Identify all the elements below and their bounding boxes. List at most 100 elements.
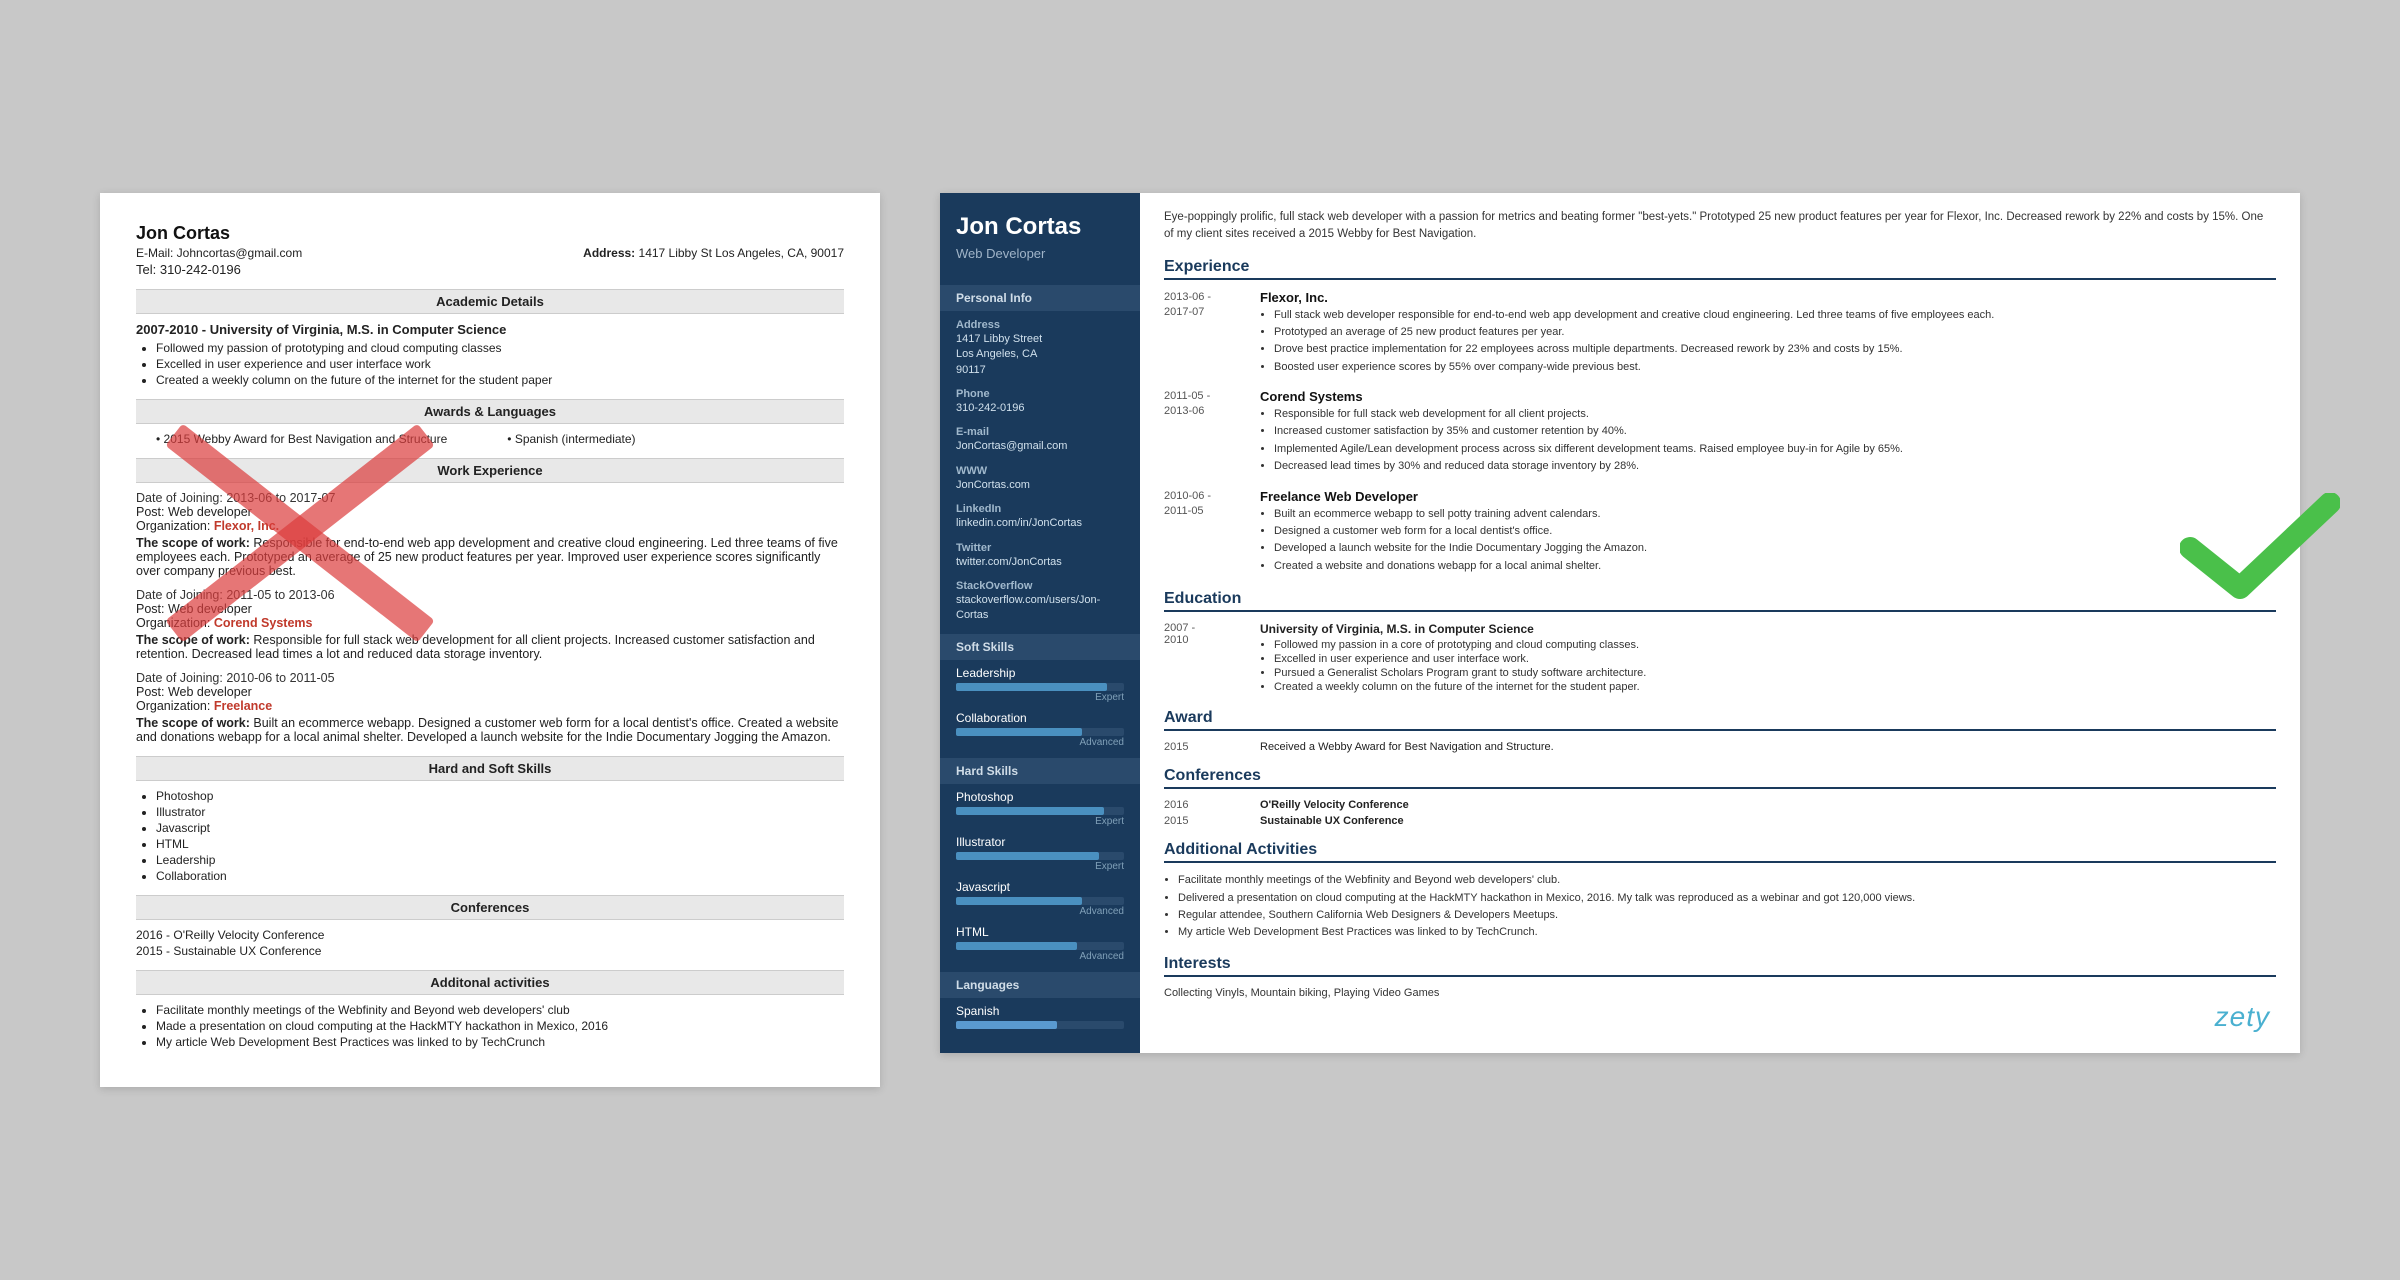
work-post-3: Post: Web developer: [136, 685, 844, 699]
list-item: Followed my passion of prototyping and c…: [156, 341, 844, 355]
skill-fill-html: [956, 942, 1077, 950]
work-org-1: Organization: Flexor, Inc.: [136, 519, 844, 533]
sidebar-personal-info: Personal Info: [940, 285, 1140, 311]
left-awards-row: • 2015 Webby Award for Best Navigation a…: [156, 432, 844, 446]
sidebar-value-phone: 310-242-0196: [956, 401, 1124, 416]
sidebar-soft-skills: Soft Skills: [940, 634, 1140, 660]
award-entry-1: 2015 Received a Webby Award for Best Nav…: [1164, 741, 2276, 753]
list-item: Increased customer satisfaction by 35% a…: [1274, 424, 2276, 439]
list-item: Responsible for full stack web developme…: [1274, 407, 2276, 422]
exp-entry-3: 2010-06 -2011-05 Freelance Web Developer…: [1164, 489, 2276, 577]
skill-label-javascript: Javascript: [956, 880, 1124, 894]
left-edu-item: 2007-2010 - University of Virginia, M.S.…: [136, 322, 844, 387]
work-post-1: Post: Web developer: [136, 505, 844, 519]
list-item: Implemented Agile/Lean development proce…: [1274, 442, 2276, 457]
award-text-1: 2015 Webby Award for Best Navigation and…: [164, 432, 448, 446]
exp-company-3: Freelance Web Developer: [1260, 489, 2276, 504]
section-academic: Academic Details: [136, 289, 844, 314]
exp-company-1: Flexor, Inc.: [1260, 290, 2276, 305]
left-contact-row: E-Mail: Johncortas@gmail.com Address: 14…: [136, 246, 844, 260]
sidebar-field-phone: Phone 310-242-0196: [940, 380, 1140, 418]
right-tagline: Eye-poppingly prolific, full stack web d…: [1164, 209, 2276, 244]
skill-label-illustrator: Illustrator: [956, 835, 1124, 849]
skill-track-leadership: [956, 683, 1124, 691]
list-item: Followed my passion in a core of prototy…: [1274, 639, 2276, 651]
sidebar-value-email: JonCortas@gmail.com: [956, 439, 1124, 454]
section-awards: Awards & Languages: [136, 399, 844, 424]
page-container: Jon Cortas E-Mail: Johncortas@gmail.com …: [100, 193, 2300, 1087]
list-item: Delivered a presentation on cloud comput…: [1178, 891, 2276, 906]
list-item: Excelled in user experience and user int…: [1274, 653, 2276, 665]
work-entry-1: Date of Joining: 2013-06 to 2017-07 Post…: [136, 491, 844, 578]
sidebar-value-twitter: twitter.com/JonCortas: [956, 555, 1124, 570]
sidebar-value-www: JonCortas.com: [956, 478, 1124, 493]
right-sidebar: Jon Cortas Web Developer Personal Info A…: [940, 193, 1140, 1053]
work-date-1: Date of Joining: 2013-06 to 2017-07: [136, 491, 844, 505]
list-item: Regular attendee, Southern California We…: [1178, 908, 2276, 923]
right-name: Jon Cortas: [940, 213, 1140, 246]
edu-date-1: 2007 -2010: [1164, 622, 1244, 695]
left-address-label: Address:: [583, 246, 635, 260]
skill-fill-photoshop: [956, 807, 1104, 815]
resume-right: Jon Cortas Web Developer Personal Info A…: [940, 193, 2300, 1053]
exp-detail-2: Corend Systems Responsible for full stac…: [1260, 389, 2276, 477]
left-edu-title: 2007-2010 - University of Virginia, M.S.…: [136, 322, 844, 337]
left-activities-list: Facilitate monthly meetings of the Webfi…: [156, 1003, 844, 1049]
skill-sublabel-html: Advanced: [956, 951, 1124, 962]
section-activities: Additonal activities: [136, 970, 844, 995]
conf-entry-1: 2016 O'Reilly Velocity Conference: [1164, 799, 2276, 811]
exp-company-2: Corend Systems: [1260, 389, 2276, 404]
skill-sublabel-illustrator: Expert: [956, 861, 1124, 872]
edu-school-1: University of Virginia, M.S. in Computer…: [1260, 622, 2276, 636]
skill-fill-leadership: [956, 683, 1107, 691]
left-name: Jon Cortas: [136, 223, 844, 244]
exp-bullets-2: Responsible for full stack web developme…: [1274, 407, 2276, 475]
skill-label-photoshop: Photoshop: [956, 790, 1124, 804]
skill-label-html: HTML: [956, 925, 1124, 939]
conf-item-1: 2016 - O'Reilly Velocity Conference: [136, 928, 844, 942]
skill-track-spanish: [956, 1021, 1124, 1029]
skill-track-photoshop: [956, 807, 1124, 815]
list-item: Facilitate monthly meetings of the Webfi…: [156, 1003, 844, 1017]
sidebar-label-stackoverflow: StackOverflow: [956, 580, 1124, 592]
list-item: Designed a customer web form for a local…: [1274, 524, 2276, 539]
skill-spanish: Spanish: [940, 998, 1140, 1031]
exp-date-1: 2013-06 -2017-07: [1164, 290, 1244, 378]
skill-illustrator: Illustrator Expert: [940, 829, 1140, 874]
work-org-3: Organization: Freelance: [136, 699, 844, 713]
exp-detail-3: Freelance Web Developer Built an ecommer…: [1260, 489, 2276, 577]
exp-date-2: 2011-05 -2013-06: [1164, 389, 1244, 477]
skill-leadership: Leadership Expert: [940, 660, 1140, 705]
award-text-1: Received a Webby Award for Best Navigati…: [1260, 741, 2276, 753]
sidebar-label-phone: Phone: [956, 388, 1124, 400]
left-tel: Tel: 310-242-0196: [136, 262, 844, 277]
skill-fill-illustrator: [956, 852, 1099, 860]
skill-label-leadership: Leadership: [956, 666, 1124, 680]
award-text-2: Spanish (intermediate): [515, 432, 636, 446]
sidebar-field-email: E-mail JonCortas@gmail.com: [940, 418, 1140, 456]
skill-track-html: [956, 942, 1124, 950]
list-item: Pursued a Generalist Scholars Program gr…: [1274, 667, 2276, 679]
section-award-title: Award: [1164, 709, 2276, 731]
list-item: Developed a launch website for the Indie…: [1274, 541, 2276, 556]
skill-sublabel-collaboration: Advanced: [956, 737, 1124, 748]
org-name-2: Corend Systems: [214, 616, 313, 630]
list-item: Prototyped an average of 25 new product …: [1274, 325, 2276, 340]
award-bullet: •: [156, 432, 164, 446]
skill-track-javascript: [956, 897, 1124, 905]
left-award-2: • Spanish (intermediate): [507, 432, 635, 446]
skill-track-collaboration: [956, 728, 1124, 736]
exp-bullets-1: Full stack web developer responsible for…: [1274, 308, 2276, 376]
skill-javascript: Javascript Advanced: [940, 874, 1140, 919]
skill-sublabel-photoshop: Expert: [956, 816, 1124, 827]
section-activities-title: Additional Activities: [1164, 841, 2276, 863]
left-address-value: 1417 Libby St Los Angeles, CA, 90017: [639, 246, 844, 260]
section-experience-title: Experience: [1164, 258, 2276, 280]
edu-entry-1: 2007 -2010 University of Virginia, M.S. …: [1164, 622, 2276, 695]
left-address: Address: 1417 Libby St Los Angeles, CA, …: [583, 246, 844, 260]
skill-track-illustrator: [956, 852, 1124, 860]
list-item: Full stack web developer responsible for…: [1274, 308, 2276, 323]
award-year-1: 2015: [1164, 741, 1244, 753]
conf-item-2: 2015 - Sustainable UX Conference: [136, 944, 844, 958]
list-item: Excelled in user experience and user int…: [156, 357, 844, 371]
